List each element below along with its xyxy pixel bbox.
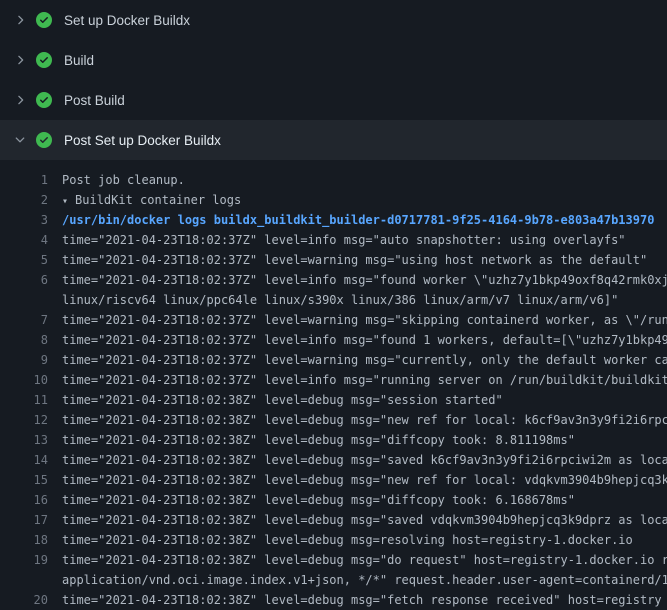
- check-circle-icon: [36, 52, 52, 68]
- log-line: time="2021-04-23T18:02:37Z" level=warnin…: [48, 350, 667, 370]
- log-line: application/vnd.oci.image.index.v1+json,…: [48, 570, 667, 590]
- log-row: application/vnd.oci.image.index.v1+json,…: [0, 570, 667, 590]
- chevron-right-icon[interactable]: [12, 52, 28, 68]
- log-row: 2 ▾ BuildKit container logs: [0, 190, 667, 210]
- log-command-line: /usr/bin/docker logs buildx_buildkit_bui…: [48, 210, 667, 230]
- log-row: 5time="2021-04-23T18:02:37Z" level=warni…: [0, 250, 667, 270]
- log-line: time="2021-04-23T18:02:37Z" level=info m…: [48, 230, 667, 250]
- log-row: 12time="2021-04-23T18:02:38Z" level=debu…: [0, 410, 667, 430]
- line-number[interactable]: 16: [0, 490, 48, 510]
- log-row: 14time="2021-04-23T18:02:38Z" level=debu…: [0, 450, 667, 470]
- line-number[interactable]: 5: [0, 250, 48, 270]
- step-header-build[interactable]: Build: [0, 40, 667, 80]
- line-number[interactable]: 13: [0, 430, 48, 450]
- step-header-post-set-up-docker-buildx[interactable]: Post Set up Docker Buildx: [0, 120, 667, 160]
- line-number[interactable]: 8: [0, 330, 48, 350]
- line-number[interactable]: 19: [0, 550, 48, 570]
- step-header-post-build[interactable]: Post Build: [0, 80, 667, 120]
- line-number[interactable]: 1: [0, 170, 48, 190]
- log-line: time="2021-04-23T18:02:38Z" level=debug …: [48, 550, 667, 570]
- group-expanded-icon[interactable]: ▾: [62, 192, 68, 210]
- line-number[interactable]: 14: [0, 450, 48, 470]
- log-line: time="2021-04-23T18:02:37Z" level=warnin…: [48, 250, 667, 270]
- log-row: 1Post job cleanup.: [0, 170, 667, 190]
- log-row: 10time="2021-04-23T18:02:37Z" level=info…: [0, 370, 667, 390]
- line-number-gutter: [0, 290, 48, 310]
- log-row: 19time="2021-04-23T18:02:38Z" level=debu…: [0, 550, 667, 570]
- chevron-right-icon[interactable]: [12, 12, 28, 28]
- log-line: time="2021-04-23T18:02:38Z" level=debug …: [48, 470, 667, 490]
- check-circle-icon: [36, 92, 52, 108]
- line-number[interactable]: 3: [0, 210, 48, 230]
- log-line: time="2021-04-23T18:02:38Z" level=debug …: [48, 590, 667, 610]
- log-row: 18time="2021-04-23T18:02:38Z" level=debu…: [0, 530, 667, 550]
- chevron-right-icon[interactable]: [12, 92, 28, 108]
- line-number[interactable]: 15: [0, 470, 48, 490]
- log-row: 20time="2021-04-23T18:02:38Z" level=debu…: [0, 590, 667, 610]
- step-title: Set up Docker Buildx: [64, 13, 190, 28]
- log-line: time="2021-04-23T18:02:38Z" level=debug …: [48, 410, 667, 430]
- line-number[interactable]: 17: [0, 510, 48, 530]
- log-row: 17time="2021-04-23T18:02:38Z" level=debu…: [0, 510, 667, 530]
- line-number[interactable]: 18: [0, 530, 48, 550]
- log-row: 3/usr/bin/docker logs buildx_buildkit_bu…: [0, 210, 667, 230]
- workflow-log-viewer: Set up Docker Buildx Build Post Build: [0, 0, 667, 610]
- line-number[interactable]: 12: [0, 410, 48, 430]
- step-title: Post Build: [64, 93, 125, 108]
- log-row: 4time="2021-04-23T18:02:37Z" level=info …: [0, 230, 667, 250]
- check-circle-icon: [36, 132, 52, 148]
- log-line: time="2021-04-23T18:02:37Z" level=info m…: [48, 330, 667, 350]
- log-line: time="2021-04-23T18:02:37Z" level=warnin…: [48, 310, 667, 330]
- line-number[interactable]: 11: [0, 390, 48, 410]
- line-number[interactable]: 20: [0, 590, 48, 610]
- step-title: Build: [64, 53, 94, 68]
- line-number[interactable]: 4: [0, 230, 48, 250]
- line-number[interactable]: 7: [0, 310, 48, 330]
- log-line: time="2021-04-23T18:02:38Z" level=debug …: [48, 430, 667, 450]
- check-circle-icon: [36, 12, 52, 28]
- log-line: time="2021-04-23T18:02:38Z" level=debug …: [48, 530, 667, 550]
- log-row: 16time="2021-04-23T18:02:38Z" level=debu…: [0, 490, 667, 510]
- log-line: time="2021-04-23T18:02:38Z" level=debug …: [48, 490, 667, 510]
- log-group-header[interactable]: ▾ BuildKit container logs: [48, 190, 667, 210]
- line-number-gutter: [0, 570, 48, 590]
- log-line: Post job cleanup.: [48, 170, 667, 190]
- log-line: time="2021-04-23T18:02:38Z" level=debug …: [48, 390, 667, 410]
- log-pane: 1Post job cleanup.2 ▾ BuildKit container l…: [0, 160, 667, 610]
- group-title: BuildKit container logs: [75, 193, 241, 207]
- log-row: 9time="2021-04-23T18:02:37Z" level=warni…: [0, 350, 667, 370]
- line-number[interactable]: 2: [0, 190, 48, 210]
- log-line: time="2021-04-23T18:02:38Z" level=debug …: [48, 450, 667, 470]
- chevron-down-icon[interactable]: [12, 132, 28, 148]
- line-number[interactable]: 10: [0, 370, 48, 390]
- log-row: 8time="2021-04-23T18:02:37Z" level=info …: [0, 330, 667, 350]
- line-number[interactable]: 9: [0, 350, 48, 370]
- log-line: time="2021-04-23T18:02:38Z" level=debug …: [48, 510, 667, 530]
- log-row: 15time="2021-04-23T18:02:38Z" level=debu…: [0, 470, 667, 490]
- log-line: time="2021-04-23T18:02:37Z" level=info m…: [48, 270, 667, 290]
- log-row: 11time="2021-04-23T18:02:38Z" level=debu…: [0, 390, 667, 410]
- log-row: 7time="2021-04-23T18:02:37Z" level=warni…: [0, 310, 667, 330]
- log-line: time="2021-04-23T18:02:37Z" level=info m…: [48, 370, 667, 390]
- log-row: linux/riscv64 linux/ppc64le linux/s390x …: [0, 290, 667, 310]
- log-line: linux/riscv64 linux/ppc64le linux/s390x …: [48, 290, 667, 310]
- step-list: Set up Docker Buildx Build Post Build: [0, 0, 667, 160]
- step-header-set-up-docker-buildx[interactable]: Set up Docker Buildx: [0, 0, 667, 40]
- log-row: 13time="2021-04-23T18:02:38Z" level=debu…: [0, 430, 667, 450]
- step-title: Post Set up Docker Buildx: [64, 133, 221, 148]
- line-number[interactable]: 6: [0, 270, 48, 290]
- log-row: 6time="2021-04-23T18:02:37Z" level=info …: [0, 270, 667, 290]
